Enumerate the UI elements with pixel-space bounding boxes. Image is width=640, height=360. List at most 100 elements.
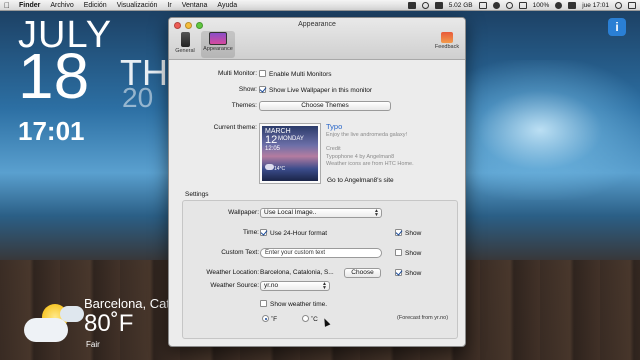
theme-credit-line-2: Weather icons are from HTC Home. xyxy=(326,161,414,167)
settings-section-label: Settings xyxy=(185,191,209,198)
preview-day: 12 xyxy=(265,134,278,146)
weather-show-checkbox[interactable]: Show xyxy=(395,269,421,277)
time-24h-checkbox-label: Use 24-Hour format xyxy=(270,230,328,237)
menu-app-finder[interactable]: Finder xyxy=(14,2,45,9)
volume-icon[interactable] xyxy=(568,2,577,9)
theme-preview-image: MARCH 12 MONDAY 12:05 14°C xyxy=(262,126,318,181)
weather-time-checkbox-label: Show weather time. xyxy=(270,301,328,308)
menu-bar:  Finder Archivo Edición Visualización I… xyxy=(0,0,640,11)
show-wallpaper-checkbox-box[interactable] xyxy=(259,86,266,93)
enable-multi-monitors-checkbox[interactable]: Enable Multi Monitors xyxy=(259,70,332,78)
time-label: Time: xyxy=(242,229,259,236)
widget-weather-temp: 80˚F xyxy=(84,310,134,337)
storage-icon[interactable] xyxy=(434,2,443,9)
apple-menu-icon[interactable]:  xyxy=(0,1,14,10)
phone-icon xyxy=(180,32,190,47)
info-app-icon[interactable]: i xyxy=(608,18,626,36)
tab-appearance[interactable]: Appearance xyxy=(201,31,235,58)
choose-themes-button[interactable]: Choose Themes xyxy=(259,101,391,111)
theme-credit-title: Credit xyxy=(326,146,341,152)
settings-panel: Wallpaper: Use Local Image.. ▲ ▼ Time: Us… xyxy=(182,200,458,339)
custom-text-input[interactable]: Enter your custom text xyxy=(260,248,382,258)
wallpaper-label: Wallpaper: xyxy=(228,209,259,216)
menu-visualizacion[interactable]: Visualización xyxy=(112,2,163,9)
menu-ventana[interactable]: Ventana xyxy=(177,2,213,9)
menu-clock[interactable]: jue 17:01 xyxy=(582,2,609,9)
wifi-icon[interactable] xyxy=(555,2,563,9)
storage-readout[interactable]: 5.02 GB xyxy=(449,2,473,9)
celsius-label: ˚C xyxy=(311,316,318,323)
theme-description: Enjoy the live andromeda galaxy! xyxy=(326,132,408,138)
menu-edicion[interactable]: Edición xyxy=(79,2,112,9)
tab-general-label: General xyxy=(175,48,195,54)
preview-time: 12:05 xyxy=(265,146,281,152)
menu-archivo[interactable]: Archivo xyxy=(45,2,78,9)
wallpaper-select-value: Use Local Image.. xyxy=(264,209,317,216)
spotlight-search-icon[interactable] xyxy=(615,2,622,9)
weather-source-label: Weather Source: xyxy=(210,282,259,289)
show-live-wallpaper-checkbox[interactable]: Show Live Wallpaper in this monitor xyxy=(259,86,372,94)
custom-text-show-checkbox-box[interactable] xyxy=(395,249,402,256)
monitor-icon xyxy=(209,32,227,45)
tab-feedback[interactable]: Feedback xyxy=(433,32,461,50)
preview-weekday: MONDAY xyxy=(278,136,304,142)
theme-preview: MARCH 12 MONDAY 12:05 14°C xyxy=(259,123,321,184)
custom-text-show-label: Show xyxy=(405,250,422,257)
weather-location-value: Barcelona, Catalonia, S... xyxy=(260,269,334,276)
weather-source-select[interactable]: yr.no ▲ ▼ xyxy=(260,281,330,291)
choose-location-button[interactable]: Choose xyxy=(344,268,381,278)
time-24h-checkbox-box[interactable] xyxy=(260,229,267,236)
fahrenheit-label: ˚F xyxy=(271,316,278,323)
weather-show-checkbox-box[interactable] xyxy=(395,269,402,276)
select-arrows-icon: ▲ ▼ xyxy=(374,208,379,218)
notification-center-icon[interactable] xyxy=(628,2,636,9)
multi-monitor-label: Multi Monitor: xyxy=(217,70,257,77)
widget-weather-city: Barcelona, Cata xyxy=(84,296,178,311)
multi-monitor-checkbox-box[interactable] xyxy=(259,70,266,77)
author-site-link[interactable]: Go to Angelman8's site xyxy=(327,177,394,184)
current-theme-label: Current theme: xyxy=(213,124,257,131)
time-show-checkbox[interactable]: Show xyxy=(395,229,421,237)
preview-temp: 14°C xyxy=(274,166,286,172)
bluetooth-icon[interactable] xyxy=(492,2,500,9)
battery-percent[interactable]: 100% xyxy=(533,2,550,9)
use-24-hour-checkbox[interactable]: Use 24-Hour format xyxy=(260,229,327,237)
partly-cloudy-icon xyxy=(24,300,84,348)
select-arrows-icon: ▲ ▼ xyxy=(322,281,327,291)
celsius-radio[interactable]: ˚C xyxy=(302,315,318,323)
tab-feedback-label: Feedback xyxy=(434,44,460,50)
custom-text-show-checkbox[interactable]: Show xyxy=(395,249,421,257)
fahrenheit-radio-circle[interactable] xyxy=(262,315,269,322)
multi-monitor-checkbox-label: Enable Multi Monitors xyxy=(269,71,332,78)
window-titlebar[interactable]: Appearance General Appearance Feedback xyxy=(169,18,465,60)
preview-cloud-icon xyxy=(265,164,274,170)
custom-text-label: Custom Text: xyxy=(221,249,259,256)
weather-time-checkbox-box[interactable] xyxy=(260,300,267,307)
widget-day: 18 xyxy=(18,40,90,112)
weather-source-value: yr.no xyxy=(264,282,279,289)
widget-year: 20 xyxy=(122,82,154,113)
widget-weather-condition: Fair xyxy=(86,340,100,349)
fahrenheit-radio[interactable]: ˚F xyxy=(262,315,277,323)
menu-ayuda[interactable]: Ayuda xyxy=(212,2,242,9)
wallpaper-select[interactable]: Use Local Image.. ▲ ▼ xyxy=(260,208,382,218)
window-title: Appearance xyxy=(298,21,336,28)
window-content: Multi Monitor: Enable Multi Monitors Sho… xyxy=(169,60,465,346)
show-label: Show: xyxy=(238,86,257,93)
time-machine-icon[interactable] xyxy=(505,2,513,9)
menu-ir[interactable]: Ir xyxy=(162,2,176,9)
tab-general[interactable]: General xyxy=(173,32,197,54)
time-show-checkbox-box[interactable] xyxy=(395,229,402,236)
battery-icon[interactable] xyxy=(518,2,527,9)
appearance-window: Appearance General Appearance Feedback M… xyxy=(168,17,466,347)
forecast-source-note: (Forecast from yr.no) xyxy=(397,315,449,321)
app-status-icon[interactable] xyxy=(407,2,416,9)
feedback-icon xyxy=(441,32,453,43)
time-show-label: Show xyxy=(405,230,422,237)
theme-credit: Credit Typophone 4 by Angelman8 Weather … xyxy=(326,146,414,169)
sync-status-icon[interactable] xyxy=(421,2,429,9)
show-wallpaper-checkbox-label: Show Live Wallpaper in this monitor xyxy=(269,87,373,94)
celsius-radio-circle[interactable] xyxy=(302,315,309,322)
show-weather-time-checkbox[interactable]: Show weather time. xyxy=(260,300,327,308)
display-icon[interactable] xyxy=(478,2,487,9)
